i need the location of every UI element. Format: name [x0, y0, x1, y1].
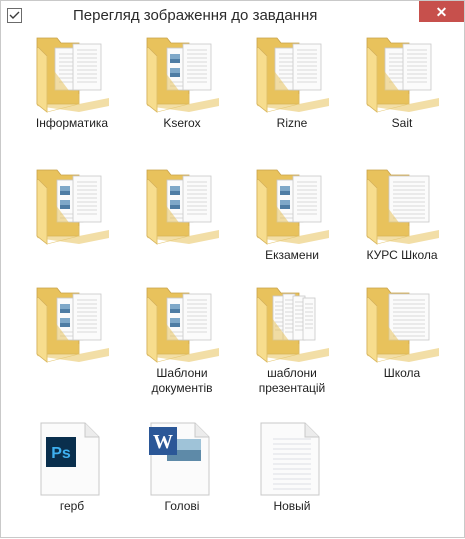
folder-item[interactable]: Школа: [347, 284, 457, 396]
item-label: Новый: [273, 499, 311, 513]
folder-icon: [146, 287, 219, 363]
item-label: Kserox: [163, 116, 201, 130]
image-viewer-window: Перегляд зображення до завдання ✕ Інформ…: [0, 0, 465, 538]
folder-item[interactable]: [17, 166, 127, 278]
folder-icon: [36, 37, 109, 113]
folder-item[interactable]: Екзамени: [237, 166, 347, 278]
item-label: Rizne: [276, 116, 308, 130]
item-label: шаблони презентацій: [258, 366, 326, 395]
folder-item[interactable]: [127, 166, 237, 278]
folder-item[interactable]: Шаблони документів: [127, 284, 237, 396]
item-label: КУРС Школа: [366, 248, 438, 262]
folder-icon: [366, 169, 439, 245]
file-grid: Інформатика Kserox Rizne Sait Екзамени К…: [1, 1, 465, 539]
file-item[interactable]: W Голові: [127, 417, 237, 529]
folder-item[interactable]: [17, 284, 127, 396]
item-label: Школа: [383, 366, 421, 380]
photoshop-file-icon: Ps: [40, 422, 100, 496]
text-file-icon: [260, 422, 320, 496]
item-label: Голові: [164, 499, 200, 513]
folder-icon: [146, 37, 219, 113]
folder-icon: [366, 37, 439, 113]
folder-item[interactable]: Rizne: [237, 34, 347, 146]
file-item[interactable]: Ps герб: [17, 417, 127, 529]
svg-text:W: W: [153, 431, 173, 453]
item-label: Шаблони документів: [151, 366, 213, 395]
folder-item[interactable]: КУРС Школа: [347, 166, 457, 278]
word-document-icon: W: [149, 422, 210, 496]
folder-item[interactable]: шаблони презентацій: [237, 284, 347, 396]
folder-item[interactable]: Інформатика: [17, 34, 127, 146]
file-item[interactable]: Новый: [237, 417, 347, 529]
svg-text:Ps: Ps: [51, 445, 71, 462]
item-label: Інформатика: [35, 116, 109, 130]
folder-icon: [366, 287, 439, 363]
item-label: Sait: [391, 116, 413, 130]
item-label: герб: [59, 499, 85, 513]
folder-icon: [256, 287, 329, 363]
folder-icon: [256, 37, 329, 113]
folder-item[interactable]: Sait: [347, 34, 457, 146]
item-label: Екзамени: [265, 248, 319, 262]
folder-icon: [36, 287, 109, 363]
folder-icon: [146, 169, 219, 245]
folder-item[interactable]: Kserox: [127, 34, 237, 146]
folder-icon: [36, 169, 109, 245]
folder-icon: [256, 169, 329, 245]
